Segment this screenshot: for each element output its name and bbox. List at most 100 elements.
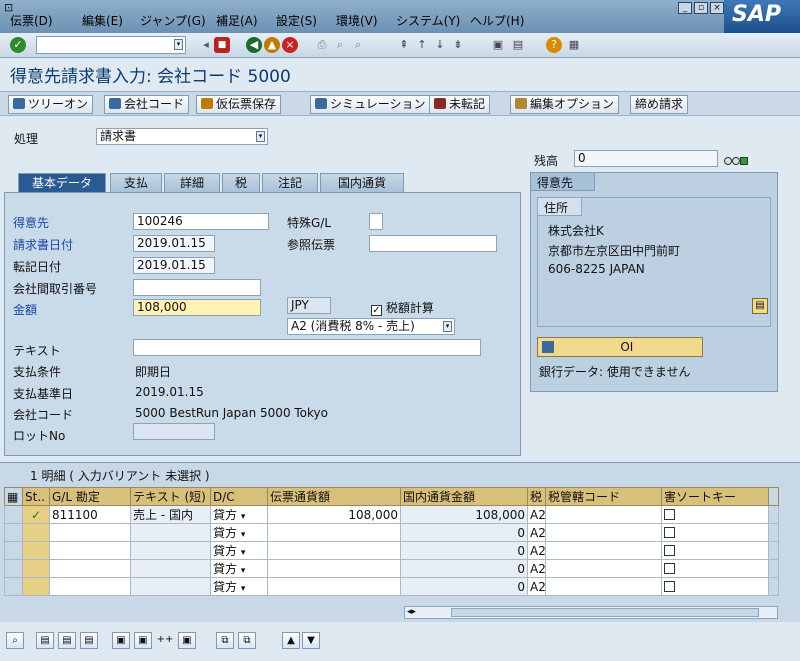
simulate-button[interactable]: シミュレーション: [310, 95, 431, 114]
local-amount-cell[interactable]: 0: [400, 577, 528, 596]
layout-menu-icon[interactable]: ▦: [566, 37, 582, 53]
jurisdiction-cell[interactable]: [545, 577, 662, 596]
row-selector[interactable]: [4, 505, 23, 524]
filter-icon[interactable]: ▼: [302, 632, 320, 649]
sort-key-cell[interactable]: [661, 523, 769, 542]
vertical-scrollbar[interactable]: [768, 541, 779, 560]
table-row[interactable]: 貸方 ▾ 0 A2: [4, 541, 779, 560]
checkbox-icon[interactable]: [664, 562, 675, 574]
row-selector[interactable]: [4, 523, 23, 542]
doc-amount-cell[interactable]: [267, 577, 401, 596]
menu-edit[interactable]: 編集(E): [82, 12, 123, 29]
first-row-icon[interactable]: ▤: [36, 632, 54, 649]
tax-code-select[interactable]: A2 (消費税 8% - 売上) ▾: [287, 318, 455, 335]
reference-field[interactable]: [369, 235, 497, 252]
append-row-icon[interactable]: ▣: [134, 632, 152, 649]
dc-cell[interactable]: 貸方 ▾: [210, 523, 268, 542]
currency-field[interactable]: JPY: [287, 297, 331, 314]
tax-cell[interactable]: A2: [527, 523, 546, 542]
jurisdiction-cell[interactable]: [545, 505, 662, 524]
tab-notes[interactable]: 注記: [262, 173, 318, 192]
doc-amount-cell[interactable]: [267, 523, 401, 542]
gl-account-cell[interactable]: 811100: [49, 505, 131, 524]
table-row[interactable]: 貸方 ▾ 0 A2: [4, 577, 779, 596]
checkbox-icon[interactable]: [664, 508, 675, 520]
scroll-left-icon[interactable]: ◂▸: [407, 607, 416, 617]
checkbox-icon[interactable]: [664, 526, 675, 538]
dc-cell[interactable]: 貸方 ▾: [210, 541, 268, 560]
tab-tax[interactable]: 税: [222, 173, 260, 192]
local-amount-cell[interactable]: 108,000: [400, 505, 528, 524]
local-amount-cell[interactable]: 0: [400, 523, 528, 542]
next-row-icon[interactable]: ▤: [80, 632, 98, 649]
gl-account-cell[interactable]: [49, 523, 131, 542]
select-all-icon[interactable]: ▦: [4, 487, 23, 506]
save-icon[interactable]: ■: [214, 37, 230, 53]
sort-key-cell[interactable]: [661, 559, 769, 578]
doc-amount-cell[interactable]: 108,000: [267, 505, 401, 524]
delete-row-icon[interactable]: ▣: [178, 632, 196, 649]
dropdown-icon[interactable]: ▾: [241, 548, 246, 558]
previous-row-icon[interactable]: ▤: [58, 632, 76, 649]
find-next-icon[interactable]: ⌕: [350, 37, 366, 53]
doc-amount-cell[interactable]: [267, 541, 401, 560]
vertical-scrollbar[interactable]: [768, 505, 779, 524]
copy-icon[interactable]: ⧉: [216, 632, 234, 649]
jurisdiction-cell[interactable]: [545, 559, 662, 578]
menu-settings[interactable]: 設定(S): [276, 12, 317, 29]
command-field[interactable]: ▾: [36, 36, 186, 54]
print-icon[interactable]: ⎙: [314, 37, 330, 53]
insert-row-icon[interactable]: ▣: [112, 632, 130, 649]
last-page-icon[interactable]: ⇟: [450, 37, 466, 53]
company-code-button[interactable]: 会社コード: [104, 95, 190, 114]
customer-field[interactable]: 100246: [133, 213, 269, 230]
short-text-cell[interactable]: [130, 559, 211, 578]
dropdown-icon[interactable]: ▾: [241, 530, 246, 540]
vertical-scrollbar[interactable]: [768, 577, 779, 596]
address-tab[interactable]: 住所: [538, 198, 582, 216]
jurisdiction-cell[interactable]: [545, 523, 662, 542]
table-row[interactable]: 貸方 ▾ 0 A2: [4, 559, 779, 578]
new-session-icon[interactable]: ▣: [490, 37, 506, 53]
dropdown-icon[interactable]: ▾: [443, 321, 452, 332]
tab-basic-data[interactable]: 基本データ: [18, 173, 106, 192]
restore-icon[interactable]: ▫: [694, 2, 708, 14]
paste-icon[interactable]: ⧉: [238, 632, 256, 649]
checkbox-icon[interactable]: [664, 544, 675, 556]
table-row[interactable]: ✓ 811100 売上 - 国内 貸方 ▾ 108,000 108,000 A2: [4, 505, 779, 524]
column-header[interactable]: G/L 勘定: [49, 487, 131, 506]
column-header[interactable]: 伝票通貨額: [267, 487, 401, 506]
column-header[interactable]: St..: [22, 487, 50, 506]
gl-account-cell[interactable]: [49, 577, 131, 596]
tax-cell[interactable]: A2: [527, 505, 546, 524]
sort-icon[interactable]: ▲: [282, 632, 300, 649]
menu-document[interactable]: 伝票(D): [10, 12, 53, 29]
vertical-scrollbar[interactable]: [768, 559, 779, 578]
shortcut-icon[interactable]: ▤: [510, 37, 526, 53]
dc-cell[interactable]: 貸方 ▾: [210, 559, 268, 578]
details-icon[interactable]: ⌕: [6, 632, 24, 649]
tax-cell[interactable]: A2: [527, 559, 546, 578]
hold-document-button[interactable]: 未転記: [429, 95, 491, 114]
open-items-button[interactable]: OI: [537, 337, 703, 357]
edit-address-icon[interactable]: ▤: [752, 298, 768, 314]
intercompany-field[interactable]: [133, 279, 261, 296]
closing-invoice-button[interactable]: 締め請求: [630, 95, 689, 114]
doc-amount-cell[interactable]: [267, 559, 401, 578]
short-text-cell[interactable]: [130, 523, 211, 542]
dropdown-icon[interactable]: ▾: [174, 39, 183, 50]
tax-cell[interactable]: A2: [527, 541, 546, 560]
tab-payment[interactable]: 支払: [110, 173, 162, 192]
history-back-icon[interactable]: ◂: [198, 37, 214, 53]
tab-details[interactable]: 詳細: [164, 173, 220, 192]
insert-multiple-icon[interactable]: ++: [156, 632, 174, 649]
scroll-up-icon[interactable]: [768, 487, 779, 506]
column-header[interactable]: D/C: [210, 487, 268, 506]
dc-cell[interactable]: 貸方 ▾: [210, 577, 268, 596]
enter-check-icon[interactable]: ✓: [10, 37, 26, 53]
help-icon[interactable]: ?: [546, 37, 562, 53]
back-icon[interactable]: ◀: [246, 37, 262, 53]
find-icon[interactable]: ⌕: [332, 37, 348, 53]
dropdown-icon[interactable]: ▾: [256, 131, 265, 142]
sort-key-cell[interactable]: [661, 505, 769, 524]
